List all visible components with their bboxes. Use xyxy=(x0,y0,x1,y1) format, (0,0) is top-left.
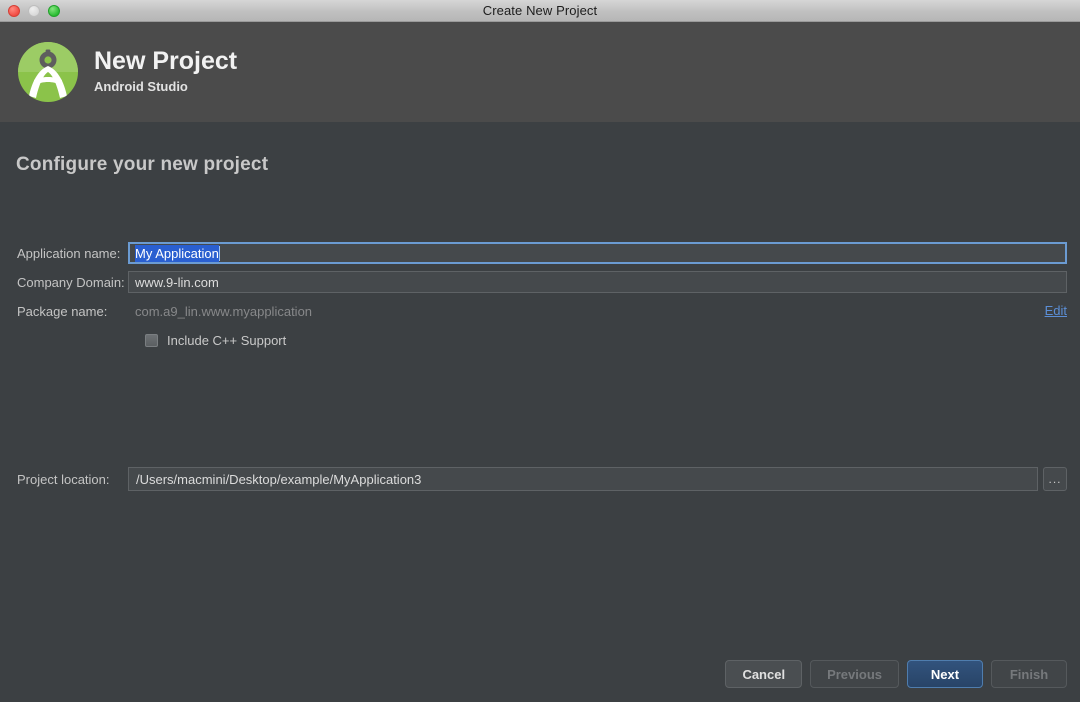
close-button[interactable] xyxy=(8,5,20,17)
company-domain-value: www.9-lin.com xyxy=(135,274,219,290)
package-name-row: Package name: com.a9_lin.www.myapplicati… xyxy=(0,300,1080,322)
zoom-button[interactable] xyxy=(48,5,60,17)
window-title: Create New Project xyxy=(482,3,598,18)
page-title: Configure your new project xyxy=(16,154,269,175)
browse-folder-button[interactable]: ... xyxy=(1043,467,1067,491)
include-cpp-support-checkbox[interactable] xyxy=(145,333,158,347)
company-domain-input[interactable]: www.9-lin.com xyxy=(128,271,1067,293)
window-controls xyxy=(8,0,60,22)
company-domain-label: Company Domain: xyxy=(17,274,125,290)
application-name-row: Application name: My Application xyxy=(0,242,1080,264)
titlebar: Create New Project xyxy=(0,0,1080,22)
project-location-label: Project location: xyxy=(17,471,110,487)
project-location-value: /Users/macmini/Desktop/example/MyApplica… xyxy=(136,471,422,487)
dialog-body: Configure your new project Application n… xyxy=(0,122,1080,702)
package-name-value: com.a9_lin.www.myapplication xyxy=(135,303,313,319)
minimize-button[interactable] xyxy=(28,5,40,17)
company-domain-row: Company Domain: www.9-lin.com xyxy=(0,271,1080,293)
application-name-input[interactable]: My Application xyxy=(128,242,1067,264)
text-caret xyxy=(218,245,220,261)
finish-button: Finish xyxy=(991,660,1067,688)
next-button[interactable]: Next xyxy=(907,660,983,688)
android-studio-logo-icon xyxy=(16,40,80,104)
dialog-header: New Project Android Studio xyxy=(0,22,1080,122)
application-name-value: My Application xyxy=(135,244,219,262)
include-cpp-support-row[interactable]: Include C++ Support xyxy=(0,329,1080,351)
application-name-label: Application name: xyxy=(17,245,121,261)
create-new-project-dialog: Create New Project New Project Android S… xyxy=(0,0,1080,702)
include-cpp-support-label: Include C++ Support xyxy=(167,332,287,348)
dialog-footer: Cancel Previous Next Finish xyxy=(725,660,1067,688)
header-title: New Project xyxy=(94,47,238,76)
project-form: Application name: My Application Company… xyxy=(0,242,1080,351)
project-location-block: Project location: /Users/macmini/Desktop… xyxy=(0,467,1080,491)
edit-package-name-link[interactable]: Edit xyxy=(1045,303,1067,318)
project-location-input[interactable]: /Users/macmini/Desktop/example/MyApplica… xyxy=(128,467,1038,491)
header-subtitle: Android Studio xyxy=(94,78,188,94)
cancel-button[interactable]: Cancel xyxy=(725,660,803,688)
header-text: New Project Android Studio xyxy=(94,48,237,96)
package-name-label: Package name: xyxy=(17,303,108,319)
project-location-row: Project location: /Users/macmini/Desktop… xyxy=(0,467,1080,491)
previous-button: Previous xyxy=(810,660,899,688)
